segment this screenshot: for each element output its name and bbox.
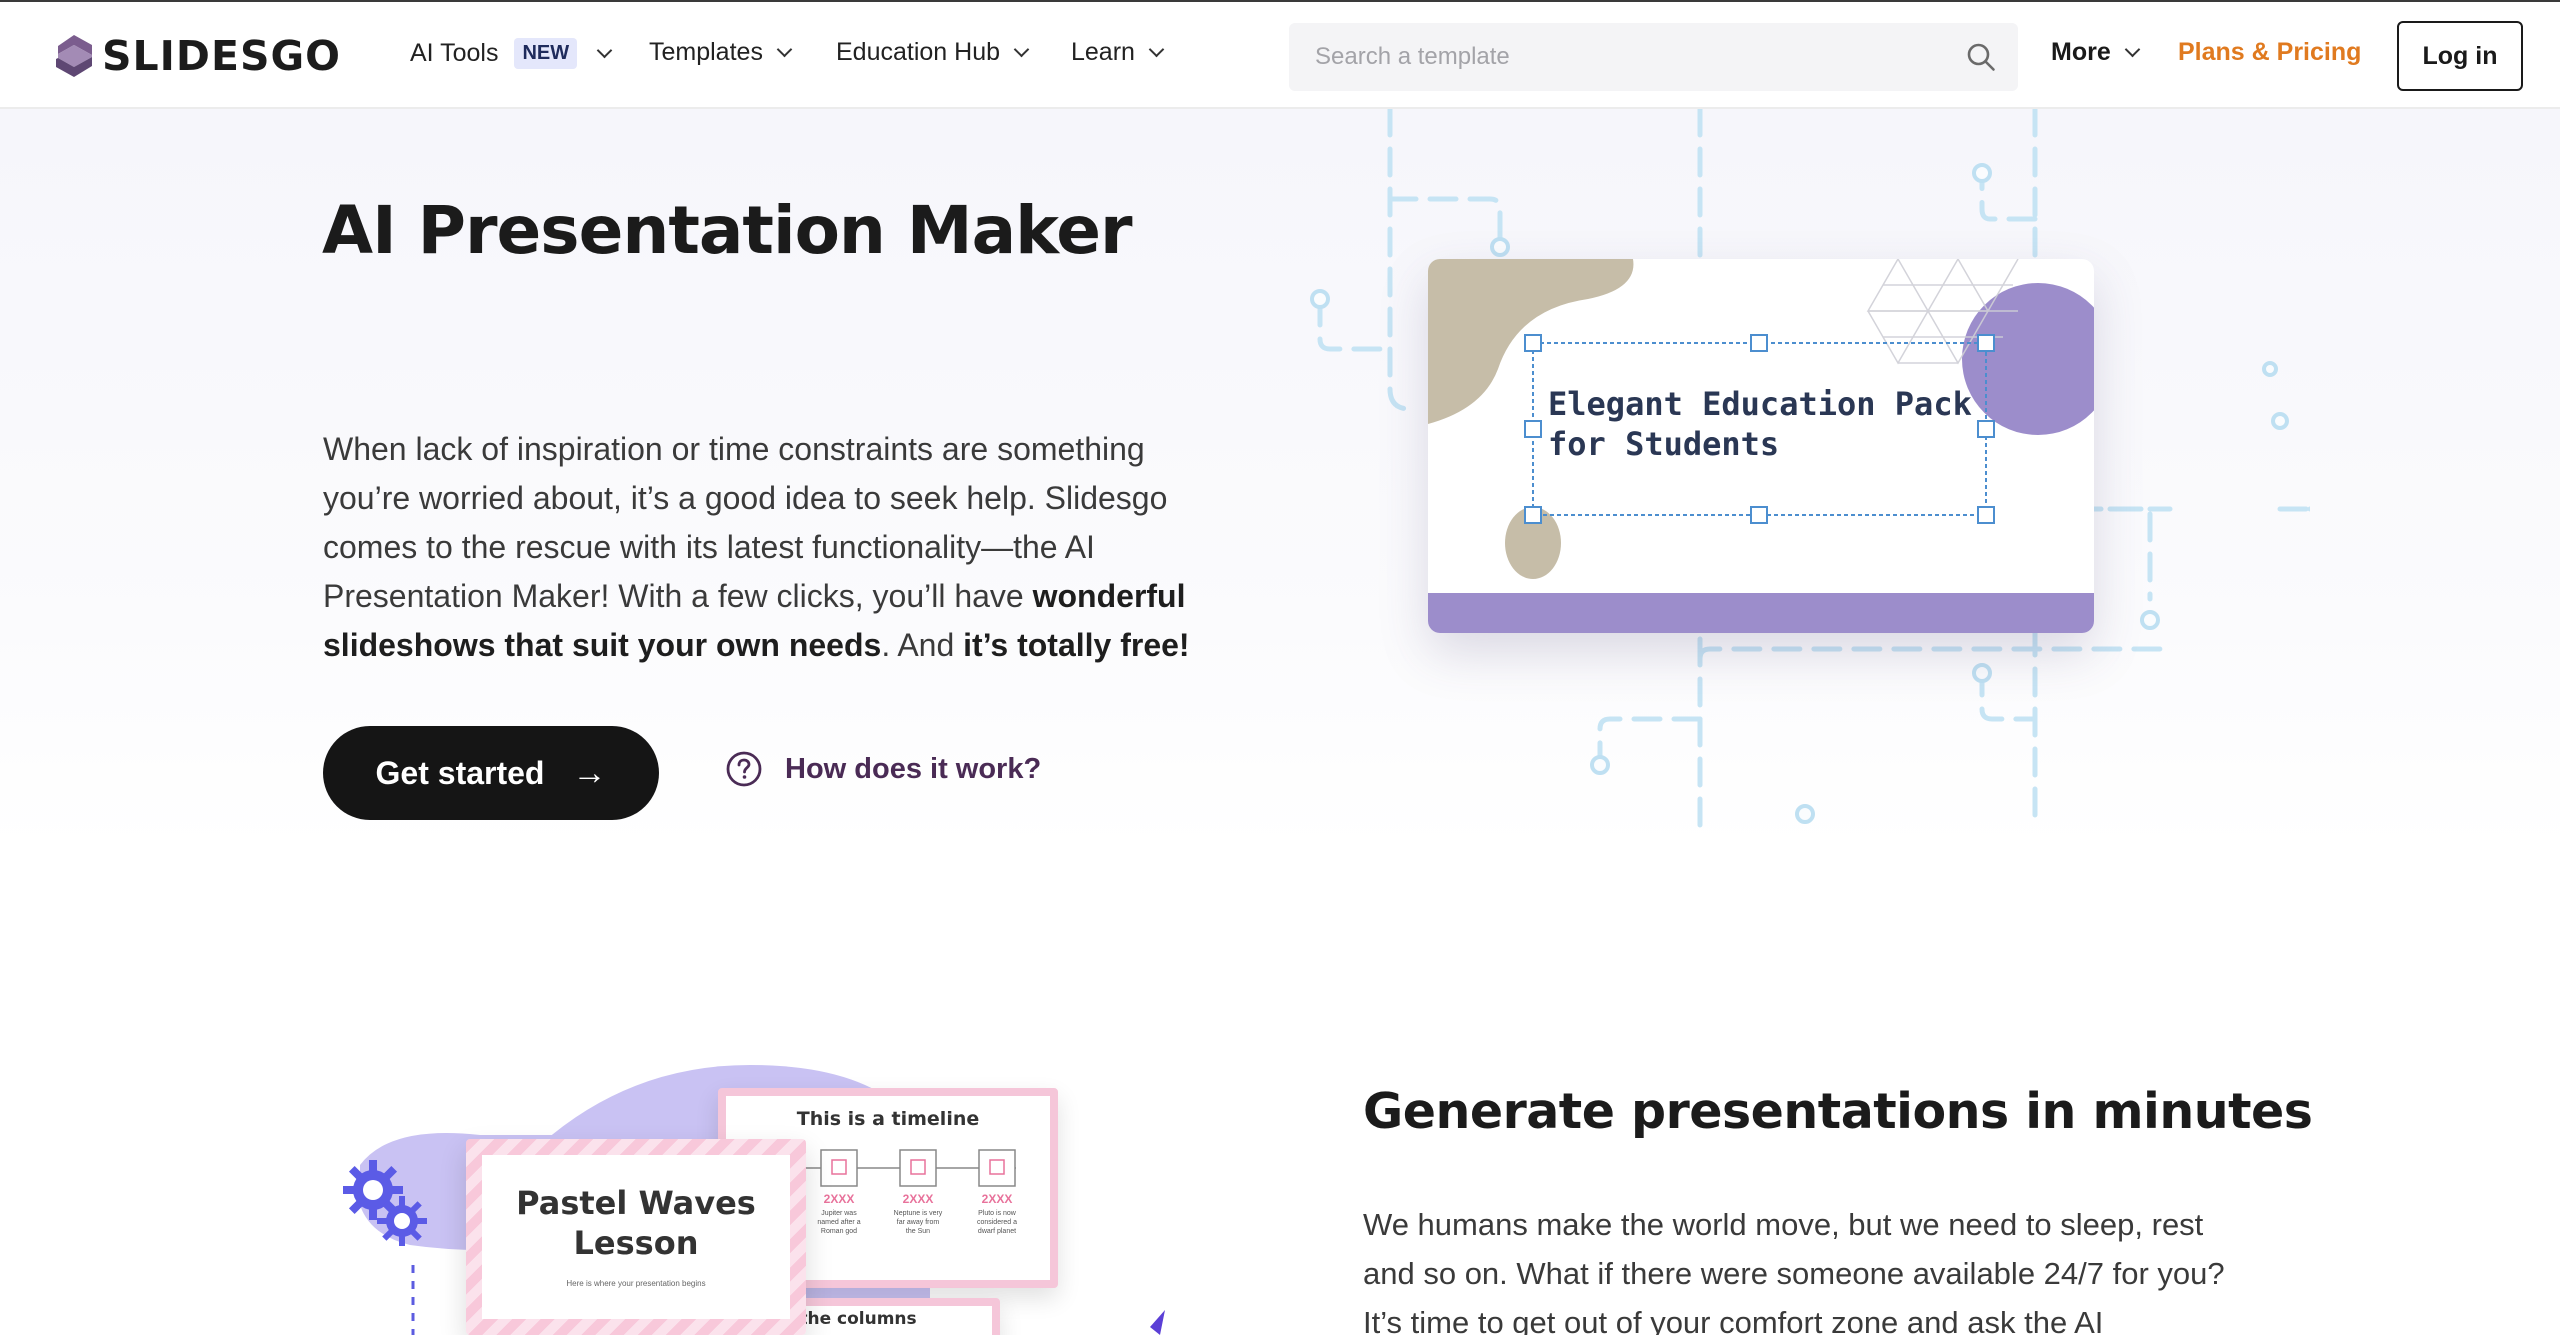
arrow-right-icon: → [572, 753, 607, 792]
nav-templates-label: Templates [649, 38, 763, 66]
timeline-text: Jupiter was named after a Roman god [817, 1210, 861, 1235]
logo-text: SLIDESGO [102, 32, 341, 80]
nav-learn-label: Learn [1071, 38, 1135, 66]
chevron-down-icon [1148, 41, 1165, 57]
chevron-down-icon [596, 42, 613, 58]
login-button[interactable]: Log in [2397, 21, 2523, 91]
card-title: Elegant Education Pack for Students [1548, 385, 1972, 463]
timeline-slide-title: This is a timeline [796, 1108, 980, 1130]
more-menu[interactable]: More [2051, 38, 2141, 67]
slidesgo-logo[interactable]: SLIDESGO [52, 32, 341, 80]
nav-learn[interactable]: Learn [1071, 38, 1165, 67]
how-does-it-work-label: How does it work? [785, 752, 1042, 785]
chevron-down-icon [776, 41, 793, 57]
get-started-label: Get started [375, 754, 545, 791]
template-preview-card[interactable]: Elegant Education Pack for Students [1428, 259, 2094, 633]
gear-icon [377, 1196, 427, 1246]
page-title: AI Presentation Maker [322, 192, 1133, 269]
slidesgo-logo-icon [56, 35, 92, 77]
timeline-label: 2XXX [902, 1192, 934, 1206]
timeline-text: Pluto is now considered a dwarf planet [976, 1210, 1018, 1235]
pastel-waves-slide-thumbnail: Pastel Waves Lesson Here is where your p… [466, 1139, 806, 1335]
new-badge: NEW [514, 38, 578, 69]
search-icon[interactable] [1966, 42, 1996, 72]
timeline-label: 2XXX [823, 1192, 855, 1206]
nav-education-hub-label: Education Hub [836, 38, 1001, 66]
nav-education-hub[interactable]: Education Hub [836, 38, 1030, 67]
pastel-waves-title: Pastel Waves Lesson [516, 1184, 756, 1262]
timeline-label: 2XXX [981, 1192, 1013, 1206]
hero-description: When lack of inspiration or time constra… [323, 425, 1203, 670]
timeline-text: Neptune is very far away from the Sun [893, 1210, 943, 1235]
chevron-down-icon [1013, 41, 1030, 57]
chevron-down-icon [2124, 41, 2141, 57]
presentation-examples-illustration: This is a timeline 2XXX 2XXX 2XXX Jupite… [330, 1055, 1230, 1335]
section-title: Generate presentations in minutes [1363, 1083, 2313, 1140]
nav-ai-tools-label: AI Tools [410, 39, 499, 67]
question-circle-icon [726, 751, 762, 787]
section-description: We humans make the world move, but we ne… [1363, 1207, 2225, 1335]
plans-pricing-link[interactable]: Plans & Pricing [2178, 38, 2361, 67]
hero-desc-text-2: . And [881, 627, 964, 663]
get-started-button[interactable]: Get started → [323, 726, 659, 820]
more-label: More [2051, 38, 2111, 66]
search-input[interactable] [1315, 23, 1935, 91]
search-bar [1289, 23, 2018, 91]
nav-ai-tools[interactable]: AI Tools NEW [410, 38, 613, 69]
top-navigation-bar: SLIDESGO AI Tools NEW Templates Educatio… [0, 0, 2560, 109]
nav-templates[interactable]: Templates [649, 38, 793, 67]
pastel-waves-subtitle: Here is where your presentation begins [566, 1279, 706, 1288]
how-does-it-work-link[interactable]: How does it work? [725, 750, 1041, 788]
pastel-waves-inner: Pastel Waves Lesson Here is where your p… [482, 1155, 790, 1319]
hero-desc-bold-2: it’s totally free! [963, 627, 1190, 663]
